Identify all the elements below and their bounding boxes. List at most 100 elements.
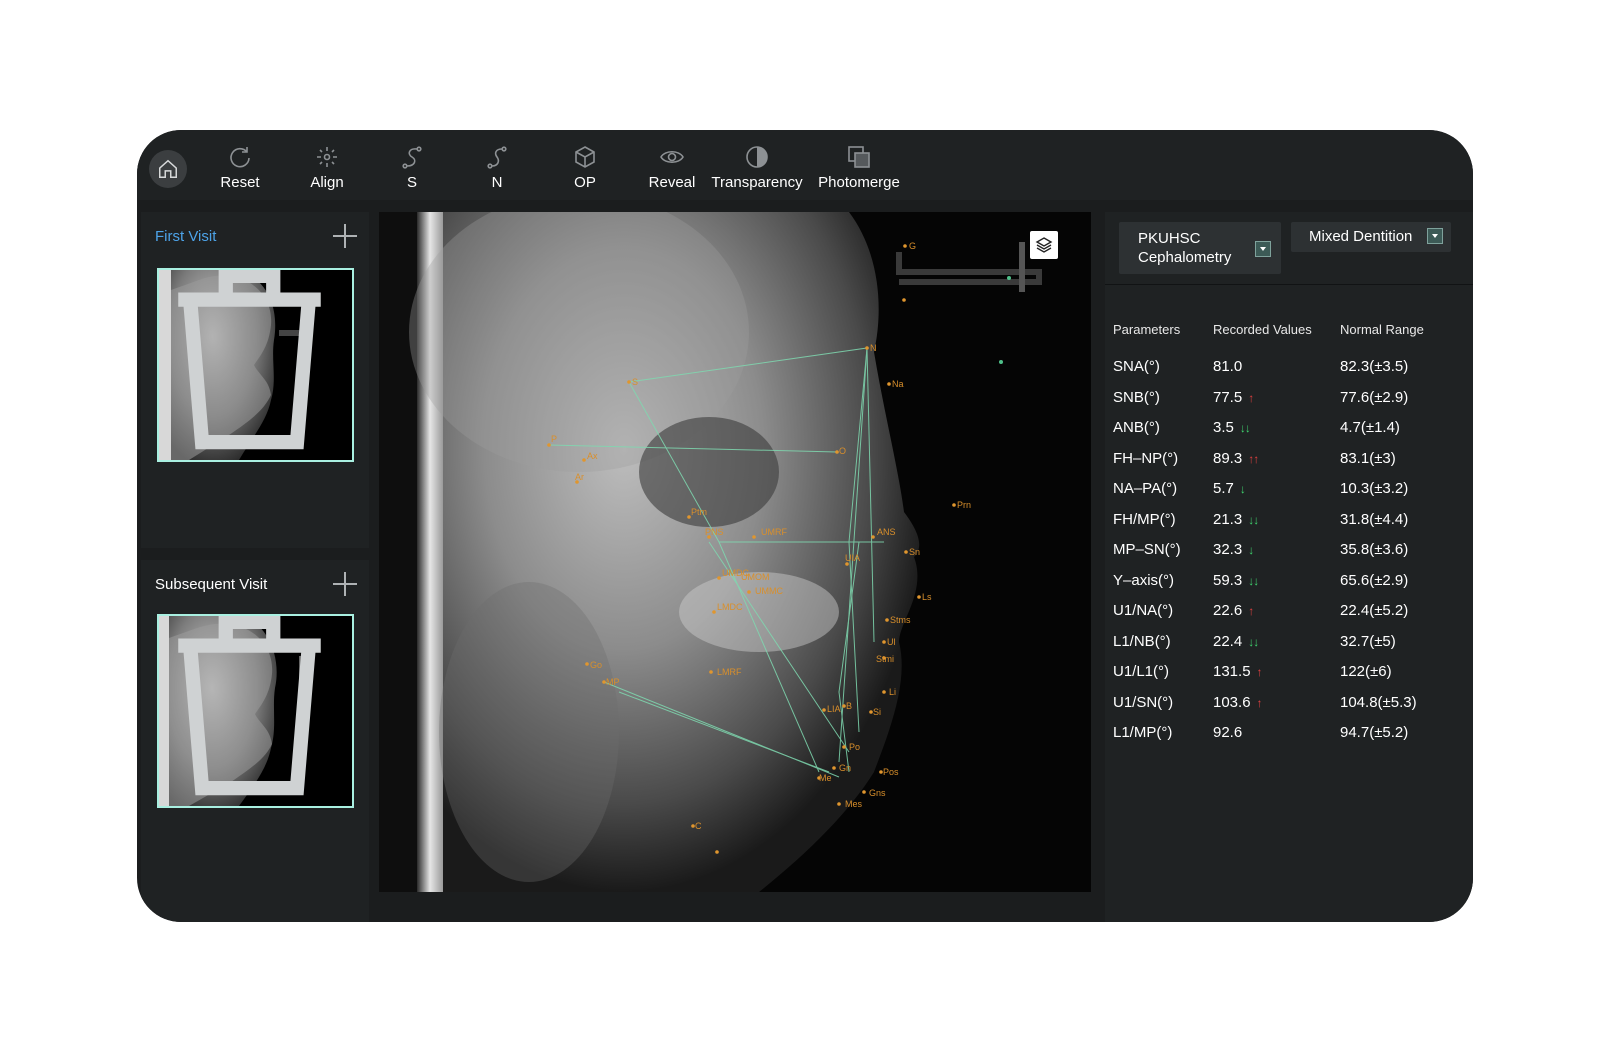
- app-window: Reset Align S N OP Reveal Transparency P…: [137, 130, 1473, 922]
- parameter-name: U1/L1(°): [1113, 663, 1170, 680]
- normal-range: 31.8(±4.4): [1340, 510, 1409, 528]
- svg-text:S: S: [632, 377, 638, 387]
- layers-button[interactable]: [1030, 231, 1058, 259]
- dentition-select[interactable]: Mixed Dentition: [1291, 222, 1451, 252]
- recorded-value: 81.0: [1213, 358, 1242, 375]
- transparency-label: Transparency: [711, 174, 803, 191]
- decrease-arrow-icon: ↓↓: [1239, 421, 1251, 435]
- svg-text:Pos: Pos: [883, 767, 899, 777]
- svg-text:N: N: [870, 343, 877, 353]
- table-row: MP–SN(°) 32.3 ↓ 35.8(±3.6): [1105, 541, 1473, 571]
- recorded-value-text: 59.3: [1213, 571, 1243, 589]
- normal-range: 104.8(±5.3): [1340, 693, 1417, 711]
- increase-arrow-icon: ↑: [1256, 665, 1263, 679]
- recorded-value: 77.5 ↑: [1213, 389, 1254, 406]
- chevron-down-icon: [1427, 228, 1443, 244]
- table-row: FH/MP(°) 21.3 ↓↓ 31.8(±4.4): [1105, 511, 1473, 541]
- normal-range: 82.3(±3.5): [1340, 358, 1409, 375]
- analysis-select[interactable]: PKUHSC Cephalometry: [1119, 222, 1281, 274]
- header-normal-range: Normal Range: [1340, 322, 1424, 337]
- analysis-panel: PKUHSC Cephalometry Mixed Dentition Para…: [1105, 212, 1473, 922]
- parameter-name: U1/NA(°): [1113, 602, 1174, 619]
- recorded-value-text: 89.3: [1213, 449, 1243, 467]
- svg-text:B: B: [846, 701, 852, 711]
- toolbar: Reset Align S N OP Reveal Transparency P…: [137, 130, 1473, 200]
- recorded-value-text: 92.6: [1213, 724, 1243, 741]
- parameter-name: Y–axis(°): [1113, 571, 1175, 589]
- svg-text:LMDC: LMDC: [717, 602, 743, 612]
- recorded-value: 103.6 ↑: [1213, 694, 1263, 711]
- delete-subsequent-visit-icon[interactable]: [157, 614, 346, 800]
- svg-text:C: C: [695, 821, 702, 831]
- first-visit-title[interactable]: First Visit: [155, 228, 216, 245]
- svg-text:UMOM: UMOM: [741, 572, 770, 582]
- table-row: L1/MP(°) 92.6 94.7(±5.2): [1105, 724, 1473, 754]
- svg-text:ANS: ANS: [877, 527, 896, 537]
- first-visit-thumbnail[interactable]: [157, 268, 354, 462]
- recorded-value: 59.3 ↓↓: [1213, 571, 1259, 589]
- svg-text:Stmi: Stmi: [876, 654, 894, 664]
- subsequent-visit-title[interactable]: Subsequent Visit: [155, 576, 267, 593]
- reset-icon: [190, 144, 290, 170]
- home-icon: [159, 159, 177, 178]
- svg-text:Mes: Mes: [845, 799, 863, 809]
- parameter-name: L1/NB(°): [1113, 632, 1171, 650]
- recorded-value-text: 131.5: [1213, 663, 1251, 680]
- table-row: U1/SN(°) 103.6 ↑ 104.8(±5.3): [1105, 694, 1473, 724]
- table-row: ANB(°) 3.5 ↓↓ 4.7(±1.4): [1105, 419, 1473, 449]
- analysis-select-value: PKUHSC Cephalometry: [1138, 230, 1232, 266]
- header-recorded-values: Recorded Values: [1213, 322, 1312, 337]
- increase-arrow-icon: ↑: [1248, 604, 1254, 618]
- decrease-arrow-icon: ↓↓: [1248, 573, 1259, 588]
- recorded-value-text: 5.7: [1213, 480, 1234, 497]
- op-button[interactable]: OP: [535, 144, 635, 196]
- add-subsequent-visit-icon[interactable]: [331, 570, 359, 598]
- svg-text:P: P: [551, 434, 557, 444]
- recorded-value: 5.7 ↓: [1213, 480, 1246, 497]
- svg-text:Ls: Ls: [922, 592, 932, 602]
- svg-text:UIA: UIA: [845, 553, 860, 563]
- chevron-down-icon: [1255, 241, 1271, 257]
- visits-panel: First Visit Subsequent Visit: [137, 212, 369, 922]
- increase-arrow-icon: ↑↑: [1248, 451, 1259, 466]
- decrease-arrow-icon: ↓: [1239, 482, 1246, 496]
- table-row: L1/NB(°) 22.4 ↓↓ 32.7(±5): [1105, 633, 1473, 663]
- parameter-name: FH/MP(°): [1113, 510, 1176, 528]
- layers-icon: [1035, 237, 1053, 253]
- normal-range: 32.7(±5): [1340, 632, 1396, 650]
- reset-button[interactable]: Reset: [190, 144, 290, 196]
- svg-text:Go: Go: [590, 660, 602, 670]
- delete-first-visit-icon[interactable]: [157, 268, 346, 454]
- normal-range: 4.7(±1.4): [1340, 419, 1400, 436]
- svg-text:UMRF: UMRF: [761, 527, 787, 537]
- transparency-button[interactable]: Transparency: [702, 144, 812, 196]
- recorded-value-text: 81.0: [1213, 358, 1243, 375]
- normal-range: 94.7(±5.2): [1340, 724, 1409, 741]
- increase-arrow-icon: ↑: [1256, 695, 1263, 710]
- normal-range: 10.3(±3.2): [1340, 480, 1409, 497]
- table-row: U1/NA(°) 22.6 ↑ 22.4(±5.2): [1105, 602, 1473, 632]
- recorded-value: 131.5 ↑: [1213, 663, 1263, 680]
- photomerge-button[interactable]: Photomerge: [809, 144, 909, 196]
- svg-text:Gn: Gn: [839, 763, 851, 773]
- svg-text:Li: Li: [889, 687, 896, 697]
- reset-label: Reset: [220, 174, 260, 191]
- recorded-value-text: 22.6: [1213, 602, 1243, 619]
- overlap-squares-icon: [809, 144, 909, 170]
- recorded-value-text: 22.4: [1213, 632, 1243, 650]
- n-curve-icon: [447, 144, 547, 170]
- normal-range: 22.4(±5.2): [1340, 602, 1409, 619]
- table-row: FH–NP(°) 89.3 ↑↑ 83.1(±3): [1105, 450, 1473, 480]
- home-button[interactable]: [149, 150, 187, 188]
- increase-arrow-icon: ↑: [1248, 390, 1254, 405]
- svg-text:Me: Me: [819, 773, 832, 783]
- parameter-name: NA–PA(°): [1113, 480, 1178, 497]
- subsequent-visit-thumbnail[interactable]: [157, 614, 354, 808]
- svg-text:Ar: Ar: [575, 472, 584, 482]
- n-button[interactable]: N: [447, 144, 547, 196]
- recorded-value-text: 21.3: [1213, 510, 1243, 528]
- add-first-visit-icon[interactable]: [331, 222, 359, 250]
- parameter-name: MP–SN(°): [1113, 541, 1181, 558]
- xray-viewer[interactable]: G N Na S P Ax Ar O Ptm PNS UMRF ANS Sn U…: [379, 212, 1091, 892]
- recorded-value: 92.6: [1213, 724, 1242, 741]
